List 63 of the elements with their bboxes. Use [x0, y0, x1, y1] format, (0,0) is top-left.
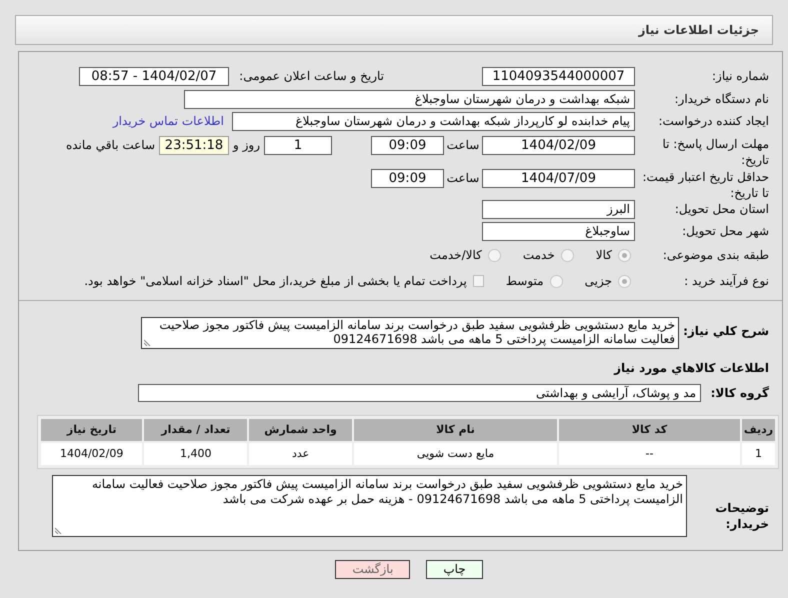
- field-label: تاریخ و ساعت اعلان عمومی:: [238, 68, 384, 84]
- buyer-notes-box[interactable]: خرید مایع دستشویی ظرفشویی سفید طبق درخواست برند سامانه الزامیست پیش فاکتور مجوز صلاحیت فعالیت سامانه الزامیست پرداختی 5 ماهه می باشد 09124671698 - هزینه حمل بر عهده شرکت می باشد: [52, 475, 687, 537]
- radio-button[interactable]: [560, 248, 574, 262]
- input-field[interactable]: 1: [264, 136, 332, 155]
- resize-grip-icon[interactable]: [55, 526, 63, 534]
- input-field[interactable]: 1404/02/07 - 08:57: [79, 66, 229, 86]
- radio-button[interactable]: [488, 248, 501, 262]
- countdown-field[interactable]: 23:51:18: [159, 136, 229, 155]
- field-label: شهر محل تحویل:: [681, 223, 769, 239]
- checkbox[interactable]: [472, 275, 484, 287]
- column-header: ردیف: [742, 419, 775, 441]
- field-label: توضیحات خریدار:: [714, 500, 769, 532]
- input-field[interactable]: 09:09: [371, 136, 444, 155]
- table-cell: 1404/02/09: [41, 443, 142, 465]
- table-cell: 1: [742, 443, 775, 465]
- field-label: طبقه بندی موضوعی:: [662, 247, 769, 263]
- field-label: استان محل تحویل:: [674, 201, 769, 217]
- column-header: نام کالا: [354, 419, 557, 441]
- table-cell: --: [558, 443, 740, 465]
- section-heading: اطلاعات کالاهاي مورد نياز: [612, 360, 769, 377]
- radio-button[interactable]: [618, 274, 631, 288]
- input-field[interactable]: 09:09: [371, 169, 444, 188]
- radio-button[interactable]: [618, 248, 631, 262]
- field-text: ساعت باقي مانده: [66, 137, 155, 154]
- column-header: تعداد / مقدار: [144, 419, 248, 441]
- print-button[interactable]: چاپ: [426, 560, 483, 579]
- buyer-contact-link[interactable]: اطلاعات تماس خریدار: [112, 112, 224, 130]
- radio-label: جزیی: [584, 273, 612, 290]
- field-label: نوع فرآیند خرید :: [683, 273, 769, 289]
- field-label: شماره نیاز:: [711, 68, 769, 84]
- input-field[interactable]: ساوجبلاغ: [482, 222, 635, 240]
- radio-button[interactable]: [550, 274, 563, 288]
- column-header: تاریخ نیاز: [41, 419, 142, 441]
- input-field[interactable]: البرز: [482, 200, 635, 218]
- input-field[interactable]: پیام خدابنده لو کارپرداز شبکه بهداشت و درمان شهرستان ساوجبلاغ: [232, 112, 635, 130]
- field-label: گروه کالا:: [710, 385, 769, 401]
- input-field[interactable]: 1104093544000007: [482, 66, 635, 86]
- input-field[interactable]: 1404/07/09: [482, 169, 635, 188]
- input-field[interactable]: شبکه بهداشت و درمان شهرستان ساوجبلاغ: [184, 90, 635, 108]
- field-label: شرح کلي نياز:: [682, 323, 769, 339]
- resize-grip-icon[interactable]: [144, 338, 152, 346]
- description-box[interactable]: خرید مایع دستشویی ظرفشویی سفید طبق درخواست برند سامانه الزامیست پیش فاکتور مجوز صلاحیت فعالیت سامانه الزامیست پرداختی 5 ماهه می باشد 09124671698: [141, 317, 679, 349]
- radio-label: خدمت: [522, 247, 555, 264]
- field-text: روز و: [232, 137, 261, 154]
- radio-label: کالا: [596, 247, 612, 264]
- field-label: حداقل تاریخ اعتبار قیمت: تا تاریخ:: [641, 169, 769, 201]
- checkbox-label: پرداخت تمام یا بخشی از مبلغ خرید،از محل "اسناد خزانه اسلامی" خواهد بود.: [84, 273, 467, 290]
- radio-label: کالا/خدمت: [430, 247, 482, 264]
- back-button[interactable]: بازگشت: [335, 560, 410, 579]
- field-text: ساعت: [446, 137, 480, 154]
- radio-label: متوسط: [506, 273, 544, 290]
- input-field[interactable]: 1404/02/09: [482, 136, 635, 155]
- table-cell: 1,400: [144, 443, 248, 465]
- table-cell: مایع دست شویی: [354, 443, 557, 465]
- column-header: کد کالا: [558, 419, 740, 441]
- page-title: جزئیات اطلاعات نیاز: [638, 22, 759, 39]
- column-header: واحد شمارش: [249, 419, 352, 441]
- input-field[interactable]: مد و پوشاک، آرایشی و بهداشتی: [138, 384, 701, 402]
- table-cell: عدد: [249, 443, 352, 465]
- field-label: مهلت ارسال پاسخ: تا تاریخ:: [661, 136, 769, 168]
- field-label: ایجاد کننده درخواست:: [657, 113, 769, 129]
- field-text: ساعت: [446, 170, 480, 187]
- field-label: نام دستگاه خریدار:: [674, 91, 769, 107]
